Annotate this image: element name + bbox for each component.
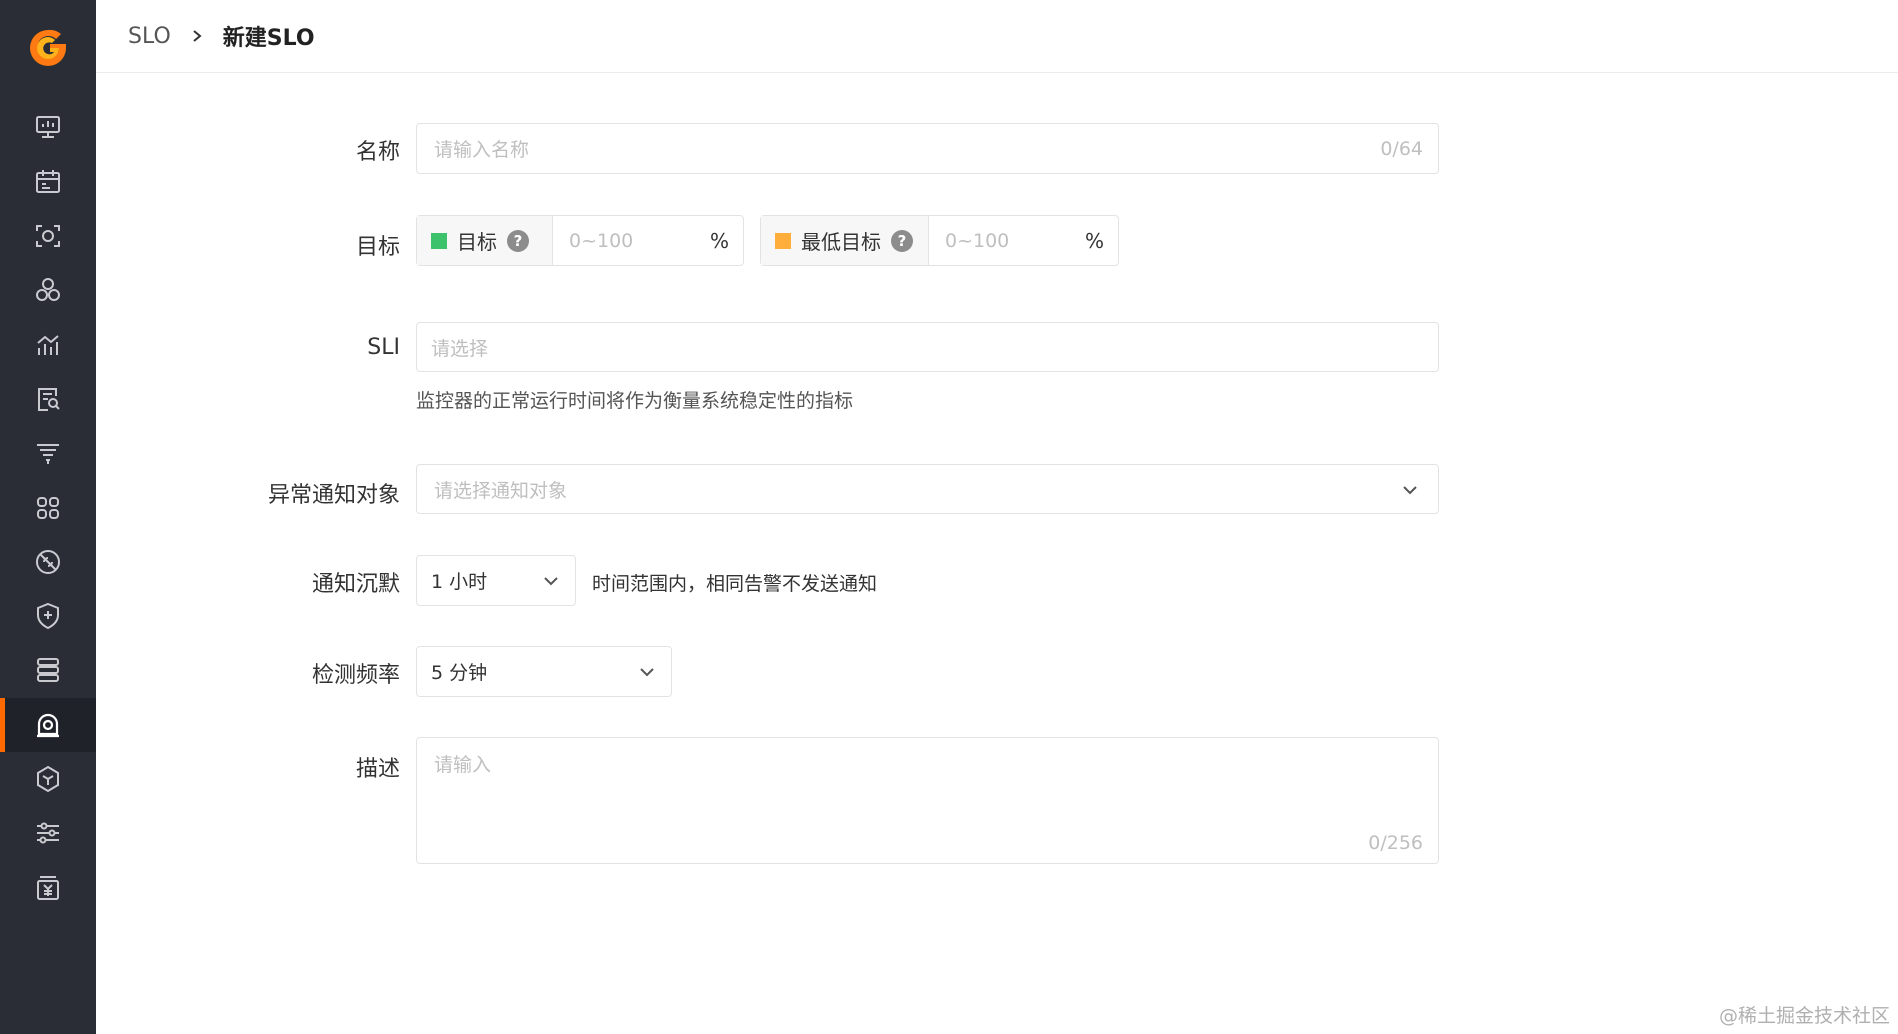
watermark: @稀土掘金技术社区 [1718, 1005, 1890, 1027]
no-signal-icon [36, 550, 60, 574]
goal-input[interactable]: 0~100 % [553, 216, 743, 265]
metrics-chart-icon [37, 335, 59, 355]
sli-hint: 监控器的正常运行时间将作为衡量系统稳定性的指标 [416, 390, 854, 412]
nav-billing[interactable] [0, 861, 96, 915]
name-counter: 0/64 [1380, 137, 1423, 160]
chevron-right-icon [193, 30, 202, 42]
silence-hint: 时间范围内，相同告警不发送通知 [592, 573, 878, 595]
goal-placeholder: 0~100 [569, 229, 634, 252]
min-goal-input[interactable]: 0~100 % [929, 216, 1118, 265]
dashboard-icon [36, 116, 60, 138]
breadcrumb-current: 新建SLO [222, 26, 315, 51]
notify-target-select[interactable]: 请选择通知对象 [416, 464, 1439, 514]
goal-unit: % [709, 228, 729, 253]
breadcrumb-parent[interactable]: SLO [128, 24, 171, 49]
notify-target-label: 异常通知对象 [267, 483, 400, 508]
nav-package[interactable] [0, 752, 96, 806]
package-hexagon-icon [37, 765, 59, 793]
name-input[interactable]: 请输入名称 0/64 [416, 123, 1439, 174]
scan-icon [36, 225, 60, 247]
sli-select[interactable]: 请选择 [416, 322, 1439, 372]
sli-placeholder: 请选择 [431, 337, 489, 360]
server-stack-icon [37, 658, 59, 682]
notify-target-placeholder: 请选择通知对象 [434, 479, 568, 502]
min-goal-help-icon[interactable]: ? [891, 229, 913, 252]
description-placeholder: 请输入 [434, 754, 492, 776]
target-label: 目标 [355, 235, 400, 260]
description-textarea[interactable]: 请输入 0/256 [416, 737, 1439, 864]
min-goal-color-swatch [775, 232, 791, 249]
calendar-icon [36, 170, 60, 193]
chevron-down-icon [1403, 486, 1417, 495]
min-goal-addon: 最低目标 ? [761, 216, 929, 265]
nav-no-signal[interactable] [0, 535, 96, 589]
goal-input-group: 目标 ? 0~100 % [416, 215, 744, 266]
billing-yuan-icon [37, 876, 59, 900]
name-placeholder: 请输入名称 [434, 139, 530, 161]
silence-select[interactable]: 1 小时 [416, 555, 576, 606]
sli-label: SLI [367, 335, 400, 360]
goal-addon: 目标 ? [417, 216, 553, 265]
cluster-icon [36, 278, 60, 301]
nav-calendar[interactable] [0, 155, 96, 209]
frequency-value: 5 分钟 [431, 662, 488, 684]
sidebar [0, 0, 96, 1034]
apps-grid-icon [37, 497, 59, 519]
goal-label: 目标 [457, 230, 497, 254]
silence-label: 通知沉默 [311, 572, 400, 597]
g-logo-icon[interactable] [26, 26, 70, 70]
description-label: 描述 [355, 757, 400, 782]
description-counter: 0/256 [1368, 832, 1423, 854]
sliders-icon [37, 822, 59, 844]
nav-servers[interactable] [0, 643, 96, 697]
nav-cluster[interactable] [0, 263, 96, 317]
goal-help-icon[interactable]: ? [507, 229, 529, 252]
chevron-down-icon [640, 668, 654, 677]
nav-apps[interactable] [0, 481, 96, 535]
filter-lines-icon [37, 444, 59, 464]
shield-plus-icon [37, 602, 59, 630]
silence-value: 1 小时 [431, 571, 488, 593]
nav-scan[interactable] [0, 209, 96, 263]
name-label: 名称 [355, 140, 400, 165]
chevron-down-icon [544, 577, 558, 586]
nav-settings[interactable] [0, 806, 96, 860]
frequency-select[interactable]: 5 分钟 [416, 646, 672, 697]
monitor-target-icon [37, 713, 59, 738]
nav-dashboard[interactable] [0, 100, 96, 154]
min-goal-input-group: 最低目标 ? 0~100 % [760, 215, 1119, 266]
nav-security[interactable] [0, 589, 96, 643]
nav-monitor[interactable] [0, 698, 96, 752]
min-goal-label: 最低目标 [801, 230, 881, 254]
min-goal-placeholder: 0~100 [945, 229, 1010, 252]
nav-filter[interactable] [0, 426, 96, 480]
nav-log-search[interactable] [0, 372, 96, 426]
goal-color-swatch [431, 232, 447, 249]
log-search-icon [38, 388, 60, 411]
min-goal-unit: % [1084, 228, 1104, 253]
nav-metrics[interactable] [0, 318, 96, 372]
page-header: SLO 新建SLO [96, 0, 1898, 73]
frequency-label: 检测频率 [311, 663, 400, 688]
